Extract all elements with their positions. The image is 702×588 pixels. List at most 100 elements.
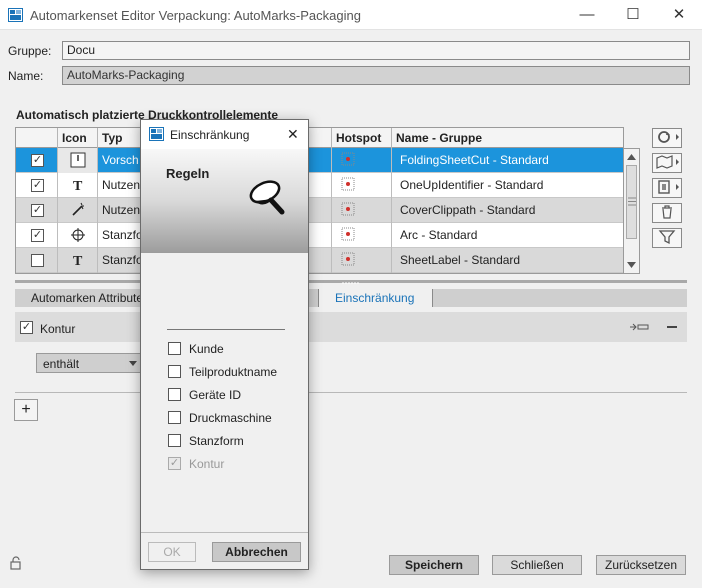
refresh-button[interactable] [652,128,682,148]
hotspot-icon [341,227,355,241]
row-checkbox[interactable]: ✓ [31,204,44,217]
row-icon-cell: T [58,248,98,273]
close-button[interactable]: Schließen [492,555,582,575]
gruppe-field[interactable]: Docu [62,41,690,60]
magic-wand-icon [70,202,86,221]
option-checkbox[interactable] [168,434,181,447]
row-icon-cell [58,198,98,223]
cancel-button[interactable]: Abbrechen [212,542,301,562]
row-checkbox[interactable]: ✓ [31,229,44,242]
crosshair-icon [70,228,86,246]
reset-button[interactable]: Zurücksetzen [596,555,686,575]
dialog-heading: Regeln [166,166,210,181]
map-icon [656,155,679,169]
splitter-grip-icon [342,282,360,284]
row-hotspot-cell [332,198,392,223]
option-checkbox[interactable] [168,411,181,424]
row-icon-cell: T [58,173,98,198]
option-label: Kunde [189,342,224,356]
table-row[interactable]: ✓ T Nutzen OneUpIdentifier - Standard [16,173,623,198]
collapse-icon[interactable] [665,321,679,333]
name-field[interactable]: AutoMarks-Packaging [62,66,690,85]
close-window-button[interactable]: ✕ [656,0,702,30]
row-checkbox[interactable]: ✓ [31,179,44,192]
divider [15,392,687,393]
frame-icon [658,180,679,194]
condition-select-value: enthält [43,357,80,371]
header-hotspot[interactable]: Hotspot [332,128,392,148]
gruppe-label: Gruppe: [8,44,52,58]
option-label: Geräte ID [189,388,242,402]
filter-icon [658,230,676,245]
filter-button[interactable] [652,228,682,248]
dialog-close-button[interactable]: ✕ [287,126,299,143]
dialog-divider [167,329,285,330]
table-row[interactable]: ✓ Vorsch FoldingSheetCut - Standard [16,148,623,173]
row-checkbox[interactable] [31,254,44,267]
svg-text:T: T [73,179,83,193]
option-label: Kontur [189,457,225,471]
table-row[interactable]: ✓ Nutzen CoverClippath - Standard [16,198,623,223]
marks-table: Icon Typ Hotspot Name - Gruppe ✓ Vorsch Fo… [15,127,624,274]
option-checkbox[interactable] [168,342,181,355]
scroll-up-icon[interactable] [626,152,637,162]
kontur-row: ✓ Kontur [15,312,687,342]
save-button[interactable]: Speichern [389,555,479,575]
lock-icon[interactable] [9,556,23,570]
table-header: Icon Typ Hotspot Name - Gruppe [16,128,623,148]
row-name: FoldingSheetCut - Standard [400,153,549,167]
hotspot-icon [341,177,355,191]
scroll-down-icon[interactable] [626,260,637,270]
row-check-cell: ✓ [16,173,58,198]
trash-icon [662,205,672,219]
fold-mark-icon [70,152,86,171]
dialog-app-icon [149,127,164,141]
kontur-label: Kontur [40,322,76,336]
header-checkbox-column [16,128,58,148]
dialog-titlebar: Einschränkung ✕ [141,120,308,149]
map-button[interactable] [652,153,682,173]
table-row[interactable]: ✓ Stanzfo Arc - Standard [16,223,623,248]
row-hotspot-cell [332,223,392,248]
window-title: Automarkenset Editor Verpackung: AutoMar… [30,8,361,23]
kontur-checkbox[interactable]: ✓ [20,321,33,334]
table-row[interactable]: T Stanzfo SheetLabel - Standard [16,248,623,273]
option-checkbox[interactable] [168,388,181,401]
text-icon: T [70,254,86,271]
row-icon-cell [58,223,98,248]
text-icon: T [70,179,86,196]
delete-button[interactable] [652,203,682,223]
scroll-thumb[interactable] [626,165,637,239]
tab-attributes[interactable]: Automarken Attribute [21,289,153,307]
dialog-title: Einschränkung [170,128,250,142]
frame-button[interactable] [652,178,682,198]
name-label: Name: [8,69,44,83]
option-label: Teilproduktname [189,365,278,379]
header-name[interactable]: Name - Gruppe [392,128,623,148]
app-icon [8,8,23,22]
table-scrollbar[interactable] [624,148,640,274]
hotspot-icon [341,152,355,166]
minimize-button[interactable]: — [564,0,610,30]
refresh-icon [658,131,679,143]
svg-text:T: T [73,254,83,268]
link-icon[interactable] [629,323,649,331]
window-titlebar: Automarkenset Editor Verpackung: AutoMar… [0,0,702,30]
row-check-cell: ✓ [16,223,58,248]
option-checkbox[interactable] [168,365,181,378]
row-icon-cell [58,148,98,173]
tab-restriction[interactable]: Einschränkung [318,289,433,307]
add-button[interactable]: + [14,399,38,421]
condition-select[interactable]: enthält [36,353,146,373]
row-check-cell: ✓ [16,148,58,173]
option-label: Druckmaschine [189,411,272,425]
row-hotspot-cell [332,173,392,198]
row-checkbox[interactable]: ✓ [31,154,44,167]
header-icon[interactable]: Icon [58,128,98,148]
dialog-footer-divider [141,532,308,533]
maximize-button[interactable]: ☐ [610,0,656,30]
hotspot-icon [341,202,355,216]
row-check-cell: ✓ [16,198,58,223]
ok-button[interactable]: OK [148,542,196,562]
option-label: Stanzform [189,434,244,448]
